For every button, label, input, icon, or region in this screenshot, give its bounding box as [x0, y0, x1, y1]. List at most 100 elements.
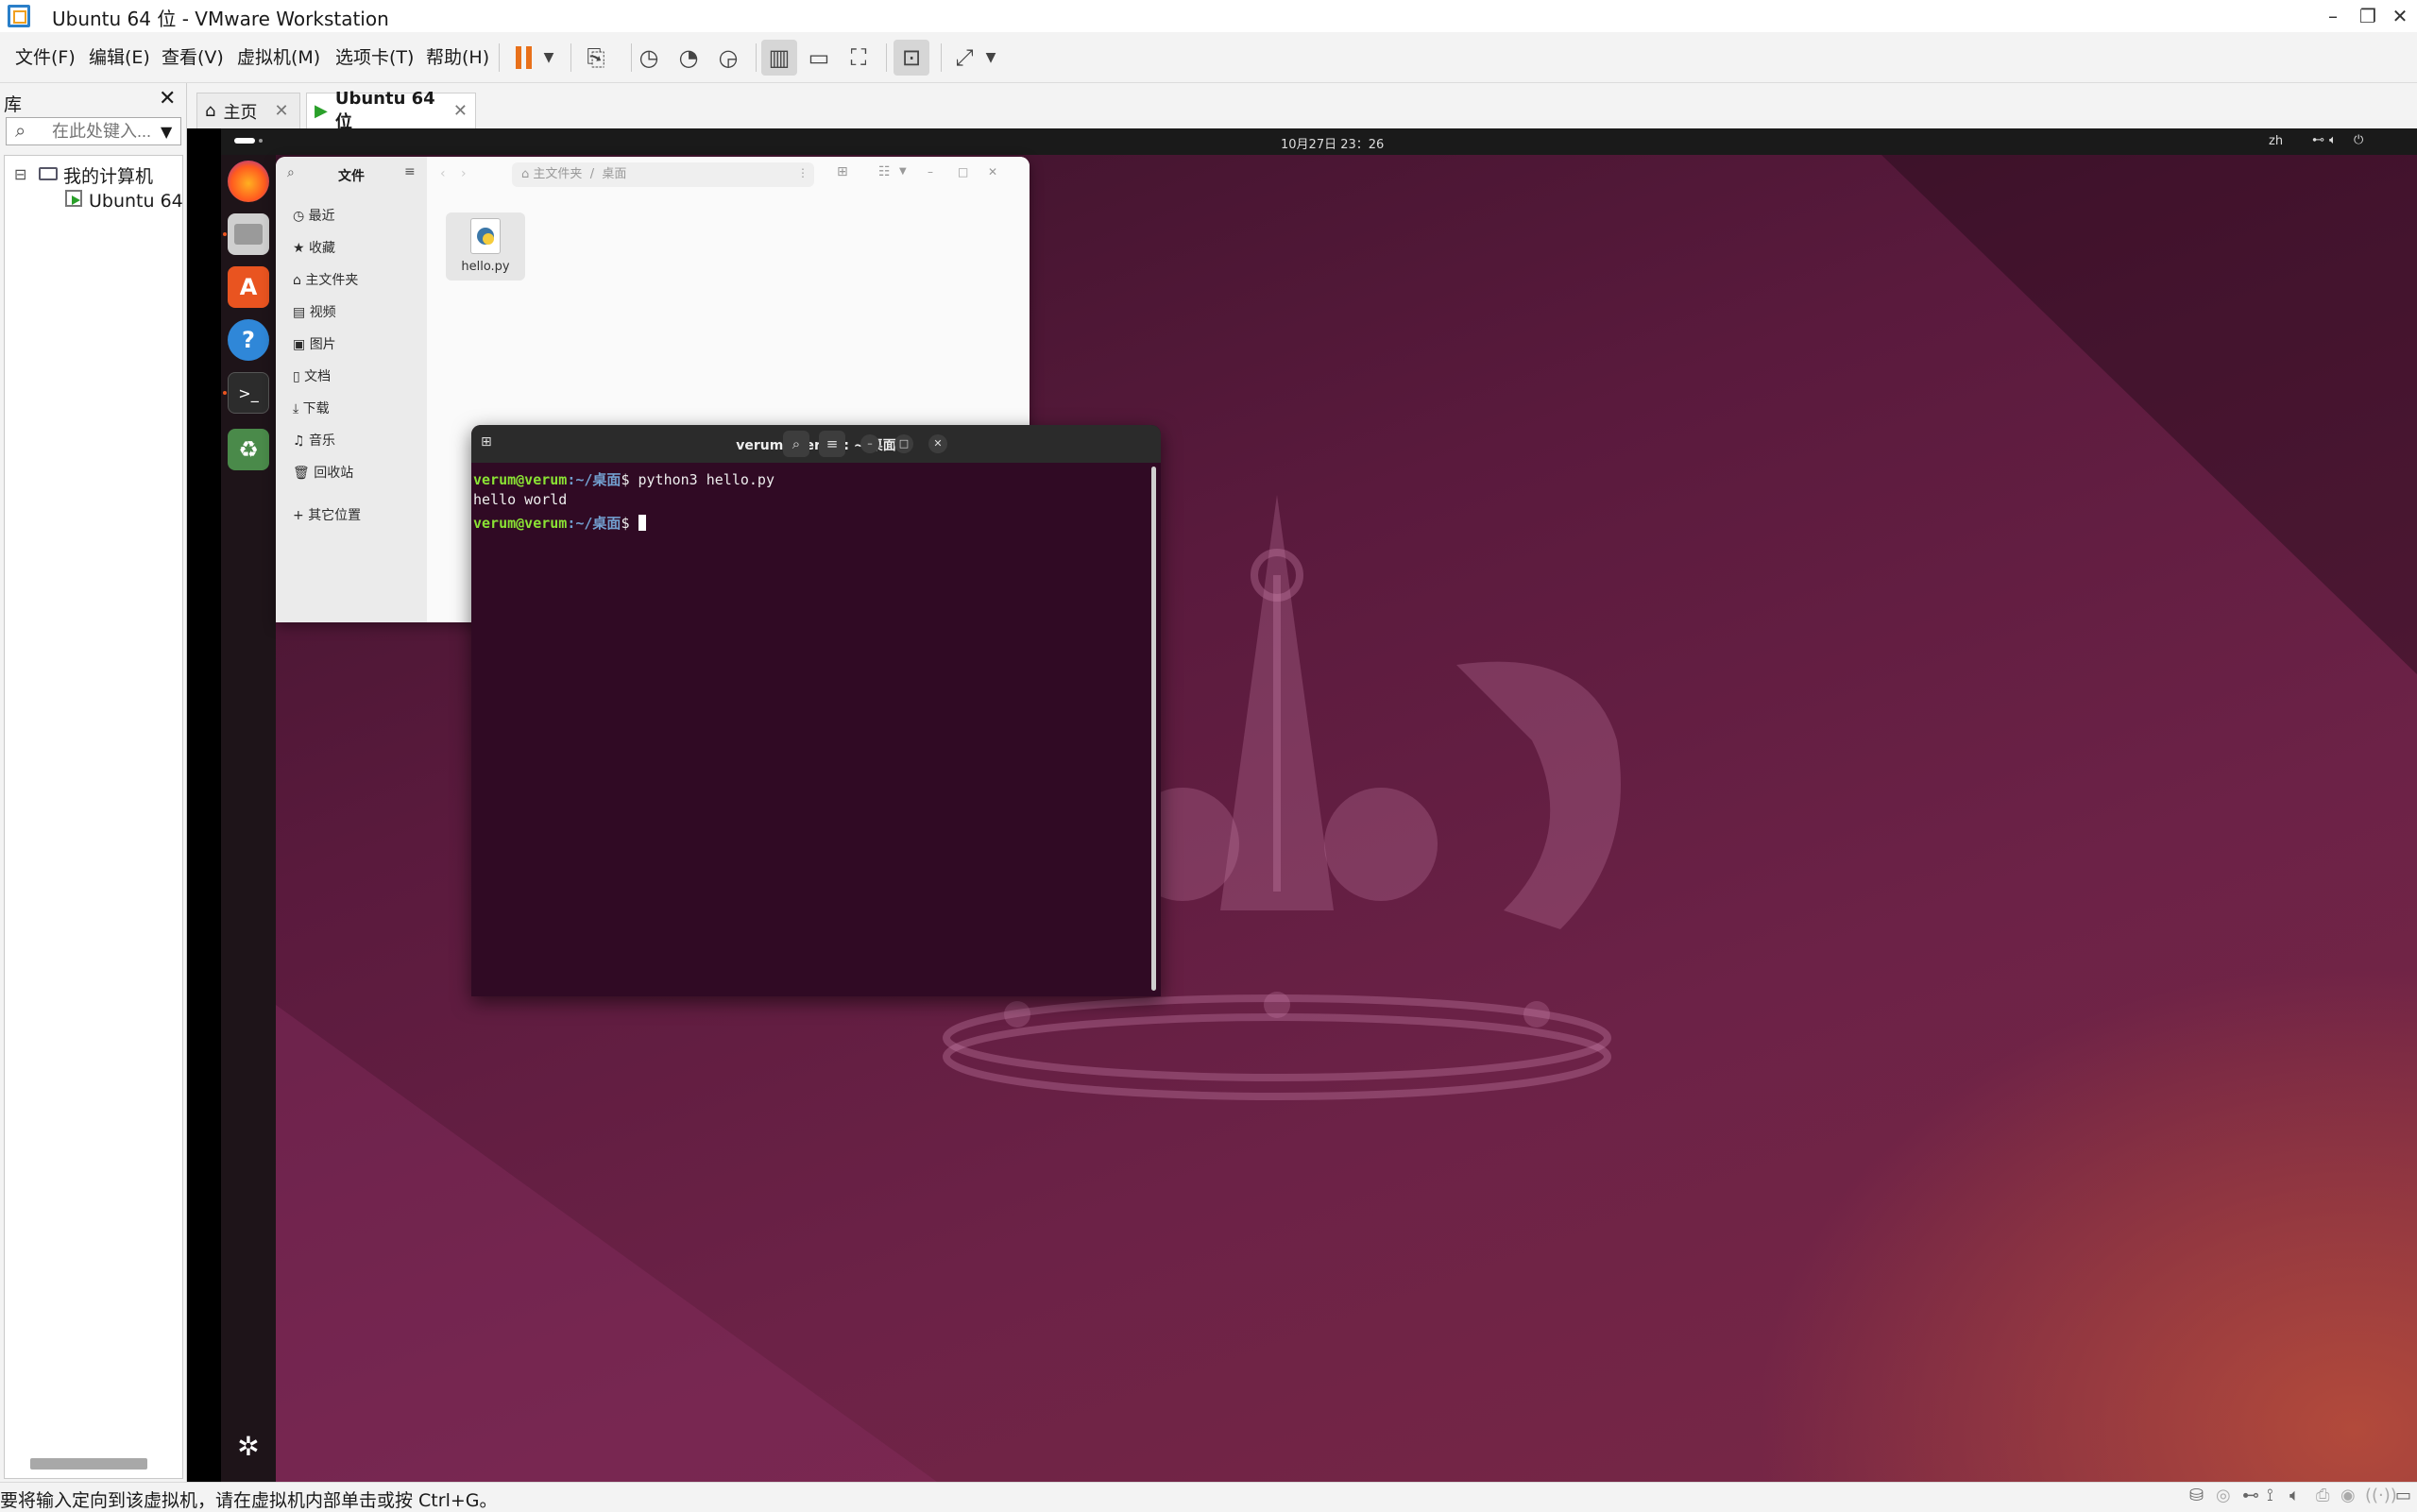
show-library-icon[interactable]: ▥ [761, 40, 797, 76]
menu-view[interactable]: 查看(V) [162, 43, 224, 69]
trash-icon[interactable]: ♻ [228, 429, 269, 470]
terminal-window[interactable]: ⊞ verum@verum: ~/桌面 ⌕ ≡ – □ ✕ verum@veru… [471, 425, 1161, 996]
close-icon[interactable]: ✕ [159, 87, 176, 110]
sidebar-item-documents[interactable]: ▯ 文档 [293, 366, 331, 385]
view-list-icon[interactable]: ☷ [878, 164, 891, 179]
terminal-icon[interactable]: >_ [228, 372, 269, 414]
chevron-down-icon[interactable]: ▼ [899, 166, 907, 177]
workspace-indicator[interactable] [234, 138, 255, 144]
app-center-icon[interactable]: A [228, 266, 269, 308]
wireless-icon[interactable]: ((·)) [2365, 1486, 2397, 1505]
volume-icon[interactable]: 🔈︎ [2329, 133, 2337, 147]
close-icon[interactable]: ✕ [2386, 2, 2414, 30]
status-message: 要将输入定向到该虚拟机，请在虚拟机内部单击或按 Ctrl+G。 [0, 1490, 498, 1511]
minimize-icon[interactable]: – [928, 165, 933, 178]
file-item-hello-py[interactable]: hello.py [446, 212, 525, 280]
search-icon[interactable]: ⌕ [783, 431, 809, 457]
firefox-icon[interactable] [228, 161, 269, 202]
sidebar-item-downloads[interactable]: ⤓ 下载 [293, 399, 330, 417]
sidebar-item-recent[interactable]: ◷ 最近 [293, 206, 335, 225]
library-panel: 库 ✕ ⌕ ▼ ⊟ 我的计算机 Ubuntu 64 位 [0, 83, 187, 1482]
network-icon[interactable]: ⊷ [2312, 133, 2324, 147]
restore-icon[interactable]: ❐ [2354, 2, 2382, 30]
chevron-down-icon[interactable]: ▼ [536, 40, 561, 76]
menu-edit[interactable]: 编辑(E) [89, 43, 150, 69]
path-bar[interactable]: ⌂ 主文件夹 / 桌面 [512, 162, 814, 187]
sidebar-item-videos[interactable]: ▤ 视频 [293, 302, 336, 321]
search-icon[interactable]: ⌕ [287, 165, 295, 180]
path-menu-icon[interactable]: ⋮ [797, 166, 809, 179]
input-language[interactable]: zh [2269, 134, 2283, 148]
menu-vm[interactable]: 虚拟机(M) [237, 43, 320, 69]
vm-display[interactable]: 10月27日 23：26 zh ⊷ 🔈︎ ⏻ A ? >_ ♻ ✲ ⌕ 文件 ≡… [187, 128, 2417, 1482]
sidebar-item-music[interactable]: ♫ 音乐 [293, 431, 335, 450]
clock[interactable]: 10月27日 23：26 [1281, 134, 1384, 152]
window-title: Ubuntu 64 位 - VMware Workstation [52, 8, 389, 30]
toolbar-separator [499, 43, 500, 72]
help-icon[interactable]: ? [228, 319, 269, 361]
files-icon[interactable] [228, 213, 269, 255]
maximize-icon[interactable]: □ [958, 165, 968, 178]
status-bar: 要将输入定向到该虚拟机，请在虚拟机内部单击或按 Ctrl+G。 ⛁ ◎ ⊷ ⟟ … [0, 1482, 2417, 1511]
show-apps-icon[interactable]: ✲ [228, 1425, 269, 1467]
chevron-down-icon[interactable]: ▼ [979, 40, 1003, 76]
revert-snapshot-icon[interactable]: ◔ [671, 40, 706, 76]
close-icon[interactable]: ✕ [274, 101, 288, 121]
minimize-icon[interactable]: – [2319, 2, 2347, 30]
snapshot-icon[interactable]: ◷ [631, 40, 667, 76]
sound-icon[interactable]: 🔈︎ [2289, 1486, 2300, 1505]
sidebar-item-trash[interactable]: 🗑︎ 回收站 [293, 463, 353, 482]
terminal-line-command: verum@verum:~/桌面$ python3 hello.py [473, 471, 774, 488]
path-segment-desktop[interactable]: 桌面 [602, 167, 626, 181]
notification-icon[interactable]: ▭ [2395, 1486, 2411, 1505]
file-name: hello.py [461, 260, 510, 274]
power-icon[interactable]: ⏻ [2354, 133, 2363, 147]
new-folder-icon[interactable]: ⊞ [837, 164, 848, 179]
tree-item-my-computer[interactable]: 我的计算机 [63, 162, 153, 188]
minimize-icon[interactable]: – [860, 434, 879, 453]
maximize-icon[interactable]: □ [894, 434, 913, 453]
sidebar-item-starred[interactable]: ★ 收藏 [293, 238, 335, 257]
library-search-input[interactable] [6, 117, 181, 145]
toolbar-separator [886, 43, 887, 72]
terminal-line-output: hello world [473, 491, 568, 508]
send-ctrl-alt-del-icon[interactable]: ⎘ [578, 40, 614, 76]
stretch-guest-icon[interactable]: ⤢ [946, 40, 982, 76]
close-icon[interactable]: ✕ [928, 434, 947, 453]
console-view-icon[interactable]: ⊡ [894, 40, 929, 76]
close-icon[interactable]: ✕ [988, 165, 997, 178]
chevron-down-icon[interactable]: ▼ [161, 123, 172, 141]
back-icon[interactable]: ‹ [440, 166, 446, 181]
camera-icon[interactable]: ◉ [2340, 1486, 2356, 1505]
menu-icon[interactable]: ≡ [404, 164, 416, 179]
network-adapter-icon[interactable]: ⊷ [2242, 1486, 2259, 1505]
cd-rom-icon[interactable]: ◎ [2216, 1486, 2231, 1505]
sidebar-item-home[interactable]: ⌂ 主文件夹 [293, 270, 358, 289]
terminal-scrollbar[interactable] [1151, 467, 1156, 991]
close-icon[interactable]: ✕ [453, 101, 468, 121]
hard-disk-icon[interactable]: ⛁ [2189, 1486, 2204, 1505]
toolbar-separator [756, 43, 757, 72]
menu-icon[interactable]: ≡ [819, 431, 845, 457]
tab-home[interactable]: ⌂ 主页 ✕ [196, 93, 300, 128]
sidebar-item-pictures[interactable]: ▣ 图片 [293, 334, 336, 353]
tab-ubuntu[interactable]: ▶ Ubuntu 64 位 ✕ [306, 89, 476, 132]
menu-tabs[interactable]: 选项卡(T) [335, 43, 414, 69]
menu-help[interactable]: 帮助(H) [426, 43, 489, 69]
sidebar-item-other-locations[interactable]: + 其它位置 [293, 505, 361, 524]
fullscreen-icon[interactable]: ⛶ [841, 40, 877, 76]
files-header: ‹ › ⌂ 主文件夹 / 桌面 ⋮ ⊞ ☷ ▼ – □ ✕ [427, 157, 1030, 195]
path-segment-home[interactable]: 主文件夹 [533, 167, 582, 181]
snapshot-manager-icon[interactable]: ◶ [710, 40, 746, 76]
tree-item-ubuntu[interactable]: Ubuntu 64 位 [89, 187, 182, 212]
menu-file[interactable]: 文件(F) [15, 43, 76, 69]
thumbnail-bar-icon[interactable]: ▭ [801, 40, 837, 76]
forward-icon[interactable]: › [461, 166, 467, 181]
terminal-cursor [638, 515, 646, 531]
library-scrollbar[interactable] [30, 1458, 147, 1470]
tree-toggle-icon[interactable]: ⊟ [14, 165, 26, 183]
printer-icon[interactable]: ⎙ [2316, 1486, 2329, 1505]
workspace-dot [259, 139, 263, 143]
tab-label: Ubuntu 64 位 [334, 89, 435, 132]
usb-icon[interactable]: ⟟ [2267, 1486, 2273, 1505]
